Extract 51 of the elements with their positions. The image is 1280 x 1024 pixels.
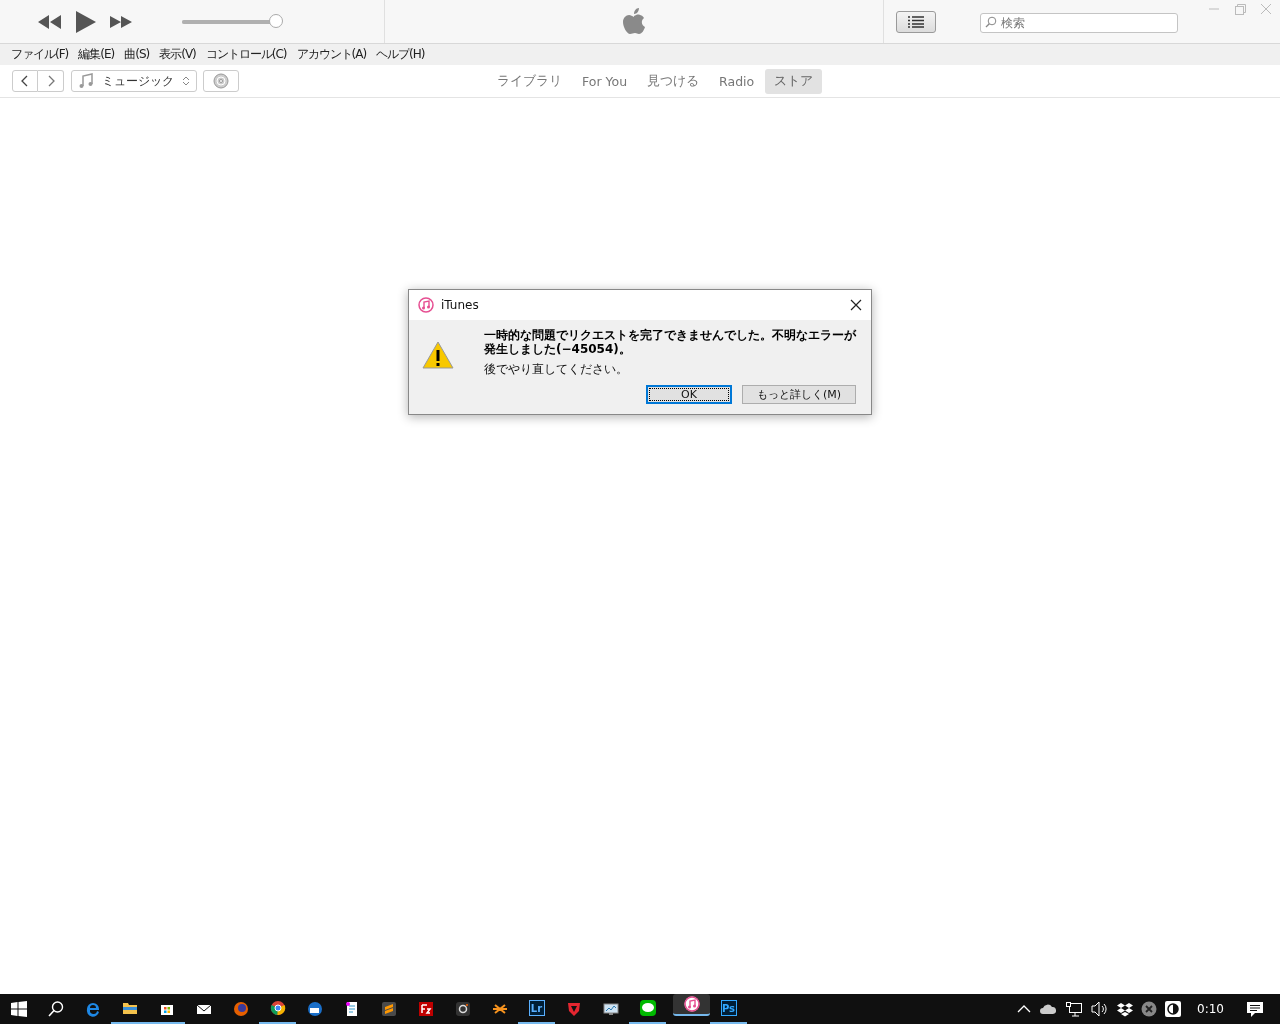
up-down-arrows-icon (182, 75, 190, 87)
music-icon (417, 296, 435, 314)
menu-item[interactable]: 編集(E) (73, 46, 120, 63)
search-field[interactable]: 検索 (980, 12, 1178, 33)
menu-item[interactable]: 曲(S) (119, 46, 155, 63)
close-icon (1258, 2, 1274, 16)
menu-item[interactable]: アカウント(A) (291, 46, 372, 63)
music-note-icon (78, 73, 94, 89)
nav-tab[interactable]: 見つける (638, 69, 709, 94)
nav-tab[interactable]: ストア (765, 69, 823, 94)
windows-logo-icon (10, 1001, 27, 1017)
camera-icon (453, 1000, 472, 1018)
nav-tab[interactable]: For You (573, 69, 637, 94)
lightroom-app-button[interactable]: Lr (518, 994, 555, 1024)
search-icon (46, 1000, 65, 1018)
fast-forward-icon[interactable] (110, 15, 132, 28)
cloud-icon[interactable] (1039, 1003, 1058, 1015)
clock[interactable]: 0:10 (1197, 1002, 1224, 1016)
error-circle-icon[interactable] (1141, 1001, 1158, 1017)
list-view-button[interactable] (896, 10, 936, 33)
menu-item[interactable]: ファイル(F) (6, 46, 74, 63)
nav-tab[interactable]: ライブラリ (488, 69, 571, 94)
close-button[interactable] (849, 298, 863, 312)
monitor-icon (601, 1000, 620, 1018)
restore-icon (1232, 2, 1248, 16)
apple-logo-icon (621, 6, 647, 37)
speaker-icon[interactable] (1091, 1001, 1110, 1017)
dialog-button[interactable]: OK (646, 385, 732, 404)
network-icon[interactable] (1065, 1001, 1084, 1017)
play-icon[interactable] (76, 10, 96, 33)
chevron-up-icon[interactable] (1017, 1004, 1032, 1014)
error-message: 一時的な問題でリクエストを完了できませんでした。不明なエラーが発生しました(−45054)。 (484, 328, 858, 356)
nav-tab[interactable]: Radio (710, 69, 764, 94)
menu-item[interactable]: ヘルプ(H) (371, 46, 430, 63)
music-icon (682, 995, 701, 1013)
menu-item[interactable]: 表示(V) (154, 46, 201, 63)
disc-icon (213, 73, 229, 89)
warning-icon (422, 341, 454, 369)
menu-item[interactable]: コントロール(C) (200, 46, 292, 63)
dialog-title: iTunes (441, 298, 479, 312)
half-circle-icon[interactable] (1165, 1001, 1182, 1017)
dialog-button[interactable]: もっと詳しく(M) (742, 385, 856, 404)
media-type-selector[interactable]: ミュージック (71, 70, 197, 92)
close-icon (849, 298, 863, 312)
chevron-left-icon (20, 75, 30, 87)
rewind-icon[interactable] (38, 14, 62, 29)
retry-hint: 後でやり直してください。 (484, 361, 629, 378)
notification-icon[interactable] (1246, 1000, 1264, 1018)
taskbar-app-button[interactable] (673, 994, 710, 1016)
photoshop-app-button[interactable]: Ps (710, 994, 747, 1024)
list-icon (907, 15, 925, 28)
